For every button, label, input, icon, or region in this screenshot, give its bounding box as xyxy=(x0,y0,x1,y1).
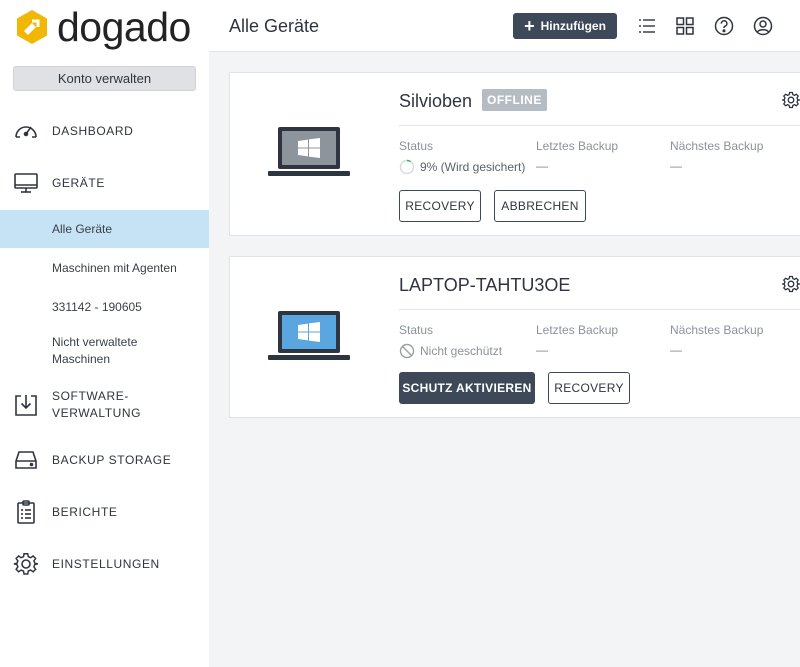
last-backup-label: Letztes Backup xyxy=(536,323,619,337)
recovery-button[interactable]: RECOVERY xyxy=(548,372,630,404)
report-clipboard-icon xyxy=(13,499,39,525)
page-title: Alle Geräte xyxy=(229,16,320,36)
status-text: 9% (Wird gesichert) xyxy=(420,160,526,174)
add-button-label: Hinzufügen xyxy=(540,19,606,33)
sidebar-item-reports[interactable]: BERICHTE xyxy=(0,499,209,525)
sidebar-item-label: EINSTELLUNGEN xyxy=(52,557,160,571)
device-settings-gear-icon[interactable] xyxy=(782,91,800,109)
sidebar-subitem-machines-with-agents[interactable]: Maschinen mit Agenten xyxy=(0,252,209,284)
next-backup-value: — xyxy=(670,343,682,357)
next-backup-label: Nächstes Backup xyxy=(670,139,764,153)
sidebar-subitem-label-line2: Maschinen xyxy=(52,352,111,366)
last-backup-text: — xyxy=(536,343,548,357)
last-backup-value: — xyxy=(536,343,548,357)
status-label: Status xyxy=(399,139,434,153)
list-view-icon[interactable] xyxy=(636,15,658,37)
sidebar-item-settings[interactable]: EINSTELLUNGEN xyxy=(0,551,209,577)
sidebar-item-label: BACKUP STORAGE xyxy=(52,453,172,467)
sidebar-subitem-label: Nicht verwaltete xyxy=(52,335,138,349)
offline-status-badge: OFFLINE xyxy=(482,89,547,111)
next-backup-value: — xyxy=(670,159,682,173)
not-protected-icon xyxy=(399,343,415,359)
activate-protection-button[interactable]: SCHUTZ AKTIVIEREN xyxy=(399,372,535,404)
sidebar-subitem-label: Alle Geräte xyxy=(52,222,113,236)
gear-icon xyxy=(13,551,39,577)
speedometer-icon xyxy=(13,118,39,144)
add-button[interactable]: + Hinzufügen xyxy=(513,13,617,39)
windows-laptop-icon xyxy=(268,311,350,360)
card-divider xyxy=(399,309,800,310)
software-download-icon xyxy=(13,392,39,418)
laptop-screen xyxy=(282,131,336,165)
sidebar-item-devices[interactable]: GERÄTE xyxy=(0,170,209,196)
user-account-icon[interactable] xyxy=(752,15,774,37)
dogado-logo-icon xyxy=(17,10,47,44)
storage-drive-icon xyxy=(13,447,39,473)
sidebar-item-label-line2: VERWALTUNG xyxy=(52,406,142,420)
sidebar-item-backup-storage[interactable]: BACKUP STORAGE xyxy=(0,447,209,473)
device-card: LAPTOP-TAHTU3OE Status Nicht geschützt L… xyxy=(229,256,800,418)
sidebar-subitem-group[interactable]: 331142 - 190605 xyxy=(0,292,209,324)
windows-laptop-icon xyxy=(268,127,350,176)
manage-account-button[interactable]: Konto verwalten xyxy=(13,66,196,91)
sidebar-item-label: GERÄTE xyxy=(52,176,105,190)
monitor-icon xyxy=(13,170,39,196)
brand-logo[interactable]: dogado xyxy=(14,6,191,48)
last-backup-text: — xyxy=(536,159,548,173)
card-divider xyxy=(399,125,800,126)
status-text: Nicht geschützt xyxy=(420,344,503,358)
brand-name: dogado xyxy=(57,3,191,50)
sidebar-item-dashboard[interactable]: DASHBOARD xyxy=(0,118,209,144)
sidebar-subitem-all-devices[interactable]: Alle Geräte xyxy=(0,210,209,248)
sidebar-subitem-label: Maschinen mit Agenten xyxy=(52,261,177,275)
sidebar-item-label: DASHBOARD xyxy=(52,124,134,138)
sidebar-item-label: SOFTWARE- xyxy=(52,389,129,403)
last-backup-label: Letztes Backup xyxy=(536,139,619,153)
next-backup-text: — xyxy=(670,159,682,173)
next-backup-text: — xyxy=(670,343,682,357)
status-value: 9% (Wird gesichert) xyxy=(399,159,525,175)
last-backup-value: — xyxy=(536,159,548,173)
device-name[interactable]: LAPTOP-TAHTU3OE xyxy=(399,275,570,296)
sidebar: dogado Konto verwalten DASHBOARD GERÄTE xyxy=(0,0,209,667)
sidebar-item-software-management[interactable]: SOFTWARE- VERWALTUNG xyxy=(0,388,209,422)
status-value: Nicht geschützt xyxy=(399,343,502,359)
plus-icon: + xyxy=(524,16,535,36)
next-backup-label: Nächstes Backup xyxy=(670,323,764,337)
device-card: Silvioben OFFLINE Status 9% (Wird gesich… xyxy=(229,72,800,236)
backup-progress-ring-icon xyxy=(399,159,415,175)
top-header: Alle Geräte + Hinzufügen xyxy=(209,0,800,52)
laptop-screen xyxy=(282,315,336,349)
device-settings-gear-icon[interactable] xyxy=(782,275,800,293)
cancel-backup-button[interactable]: ABBRECHEN xyxy=(494,190,586,222)
help-icon[interactable] xyxy=(713,15,735,37)
sidebar-subitem-unmanaged-machines[interactable]: Nicht verwaltete Maschinen xyxy=(0,330,209,370)
grid-view-icon[interactable] xyxy=(674,15,696,37)
sidebar-item-label: BERICHTE xyxy=(52,505,118,519)
device-name[interactable]: Silvioben xyxy=(399,91,472,112)
status-label: Status xyxy=(399,323,434,337)
sidebar-subitem-label: 331142 - 190605 xyxy=(52,300,142,314)
recovery-button[interactable]: RECOVERY xyxy=(399,190,481,222)
